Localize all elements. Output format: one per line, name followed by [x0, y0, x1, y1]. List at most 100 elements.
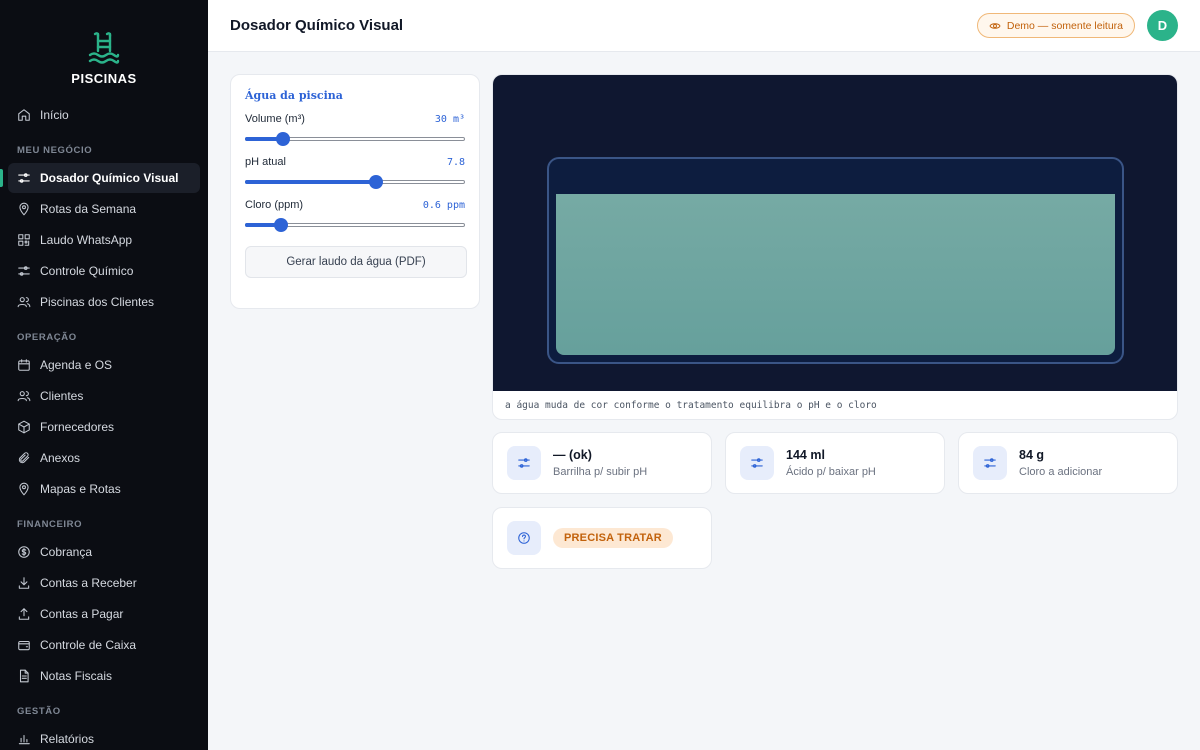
- map-pin-icon: [19, 482, 29, 496]
- top-header: Dosador Químico Visual Demo — somente le…: [208, 0, 1200, 52]
- sidebar-item-anexos[interactable]: Anexos: [8, 443, 200, 473]
- home-icon: [18, 109, 30, 121]
- sidebar-item-label: Notas Fiscais: [40, 669, 113, 683]
- sidebar: PISCINAS Início MEU NEGÓCIO Dosador Quím…: [0, 0, 208, 750]
- sidebar-item-agenda-e-os[interactable]: Agenda e OS: [8, 350, 200, 380]
- sidebar-item-dosador-quimico-visual[interactable]: Dosador Químico Visual: [0, 163, 200, 193]
- stat-label: Barrilha p/ subir pH: [553, 466, 648, 478]
- ph-slider[interactable]: [245, 175, 465, 189]
- sliders-icon: [18, 173, 30, 183]
- stat-card-barrilha: — (ok) Barrilha p/ subir pH: [492, 432, 712, 494]
- sidebar-item-relatorios[interactable]: Relatórios: [8, 724, 200, 750]
- slider-label: Volume (m³): [245, 113, 305, 125]
- file-text-icon: [19, 669, 29, 683]
- page-title: Dosador Químico Visual: [230, 17, 404, 34]
- stat-value: — (ok): [553, 448, 592, 462]
- sidebar-section-title: OPERAÇÃO: [17, 332, 77, 343]
- sidebar-item-rotas-da-semana[interactable]: Rotas da Semana: [8, 194, 200, 224]
- sliders-icon: [751, 458, 763, 468]
- sidebar-item-label: Cobrança: [40, 545, 93, 559]
- calendar-icon: [18, 359, 30, 371]
- visual-caption: a água muda de cor conforme o tratamento…: [505, 400, 877, 411]
- upload-icon: [18, 608, 30, 620]
- user-avatar[interactable]: D: [1147, 10, 1178, 41]
- stat-icon: [507, 521, 541, 555]
- volume-slider[interactable]: [245, 132, 465, 146]
- slider-label: pH atual: [245, 156, 286, 168]
- sidebar-item-contas-a-receber[interactable]: Contas a Receber: [8, 568, 200, 598]
- slider-thumb[interactable]: [273, 218, 288, 232]
- qr-code-icon: [18, 234, 30, 246]
- help-circle-icon: [518, 532, 530, 544]
- sidebar-item-piscinas-dos-clientes[interactable]: Piscinas dos Clientes: [8, 287, 200, 317]
- generate-pdf-report-button[interactable]: Gerar laudo da água (PDF): [245, 246, 467, 278]
- sliders-icon: [984, 458, 996, 468]
- sidebar-item-label: Laudo WhatsApp: [40, 233, 133, 247]
- slider-thumb[interactable]: [368, 175, 383, 189]
- slider-ph: pH atual 7.8: [245, 155, 465, 189]
- sidebar-item-cobranca[interactable]: Cobrança: [8, 537, 200, 567]
- sidebar-item-label: Mapas e Rotas: [40, 482, 121, 496]
- pool-visual-stage: [493, 75, 1177, 391]
- demo-badge-label: Demo — somente leitura: [1006, 19, 1123, 32]
- slider-volume: Volume (m³) 30 m³: [245, 112, 465, 146]
- stat-value: 84 g: [1019, 448, 1045, 462]
- chlorine-slider[interactable]: [245, 218, 465, 232]
- sidebar-item-mapas-e-rotas[interactable]: Mapas e Rotas: [8, 474, 200, 504]
- pool-frame: [547, 157, 1124, 364]
- bar-chart-icon: [18, 734, 30, 745]
- brand[interactable]: PISCINAS: [0, 0, 208, 96]
- eye-icon: [989, 22, 1001, 29]
- sidebar-item-notas-fiscais[interactable]: Notas Fiscais: [8, 661, 200, 691]
- sidebar-item-label: Agenda e OS: [40, 358, 113, 372]
- sidebar-item-label: Anexos: [40, 451, 81, 465]
- sidebar-item-fornecedores[interactable]: Fornecedores: [8, 412, 200, 442]
- sidebar-item-label: Fornecedores: [40, 420, 115, 434]
- sidebar-nav: Início MEU NEGÓCIO Dosador Químico Visua…: [0, 96, 208, 750]
- slider-fill: [245, 223, 276, 227]
- sidebar-item-label: Dosador Químico Visual: [40, 171, 179, 185]
- wallet-icon: [18, 640, 30, 651]
- pool-ladder-logo-icon: [88, 32, 120, 64]
- sliders-icon: [18, 266, 30, 276]
- water-params-panel: Água da piscina Volume (m³) 30 m³ pH atu…: [230, 74, 480, 309]
- users-icon: [17, 297, 31, 308]
- sidebar-section-title: FINANCEIRO: [17, 519, 83, 530]
- sidebar-section-title: GESTÃO: [17, 706, 61, 717]
- slider-fill: [245, 137, 278, 141]
- pool-visual-card: a água muda de cor conforme o tratamento…: [492, 74, 1178, 420]
- panel-title: Água da piscina: [245, 89, 343, 102]
- slider-value: 30 m³: [434, 113, 465, 125]
- users-icon: [17, 391, 31, 402]
- slider-thumb[interactable]: [275, 132, 290, 146]
- sidebar-item-label: Contas a Receber: [40, 576, 137, 590]
- slider-label: Cloro (ppm): [245, 199, 304, 211]
- sidebar-item-clientes[interactable]: Clientes: [8, 381, 200, 411]
- brand-name: PISCINAS: [71, 71, 137, 86]
- sidebar-item-label: Início: [40, 108, 69, 122]
- stat-icon: [973, 446, 1007, 480]
- stat-icon: [740, 446, 774, 480]
- sidebar-item-controle-quimico[interactable]: Controle Químico: [8, 256, 200, 286]
- stat-value: 144 ml: [786, 448, 825, 462]
- paperclip-icon: [18, 452, 30, 464]
- sidebar-section-title: MEU NEGÓCIO: [17, 145, 93, 156]
- dollar-circle-icon: [18, 546, 30, 558]
- sidebar-item-label: Relatórios: [40, 732, 95, 746]
- sidebar-item-controle-de-caixa[interactable]: Controle de Caixa: [8, 630, 200, 660]
- stat-card-acido: 144 ml Ácido p/ baixar pH: [725, 432, 945, 494]
- stat-label: Cloro a adicionar: [1019, 466, 1103, 478]
- sidebar-item-label: Piscinas dos Clientes: [40, 295, 155, 309]
- status-card: PRECISA TRATAR: [492, 507, 712, 569]
- sidebar-item-inicio[interactable]: Início: [8, 100, 200, 130]
- map-pin-icon: [19, 202, 29, 216]
- sliders-icon: [518, 458, 530, 468]
- demo-readonly-badge: Demo — somente leitura: [976, 13, 1135, 38]
- download-icon: [18, 577, 30, 589]
- stat-icon: [507, 446, 541, 480]
- sidebar-item-label: Clientes: [40, 389, 84, 403]
- slider-value: 0.6 ppm: [422, 199, 465, 211]
- sidebar-item-contas-a-pagar[interactable]: Contas a Pagar: [8, 599, 200, 629]
- stat-label: Ácido p/ baixar pH: [786, 466, 876, 478]
- sidebar-item-laudo-whatsapp[interactable]: Laudo WhatsApp: [8, 225, 200, 255]
